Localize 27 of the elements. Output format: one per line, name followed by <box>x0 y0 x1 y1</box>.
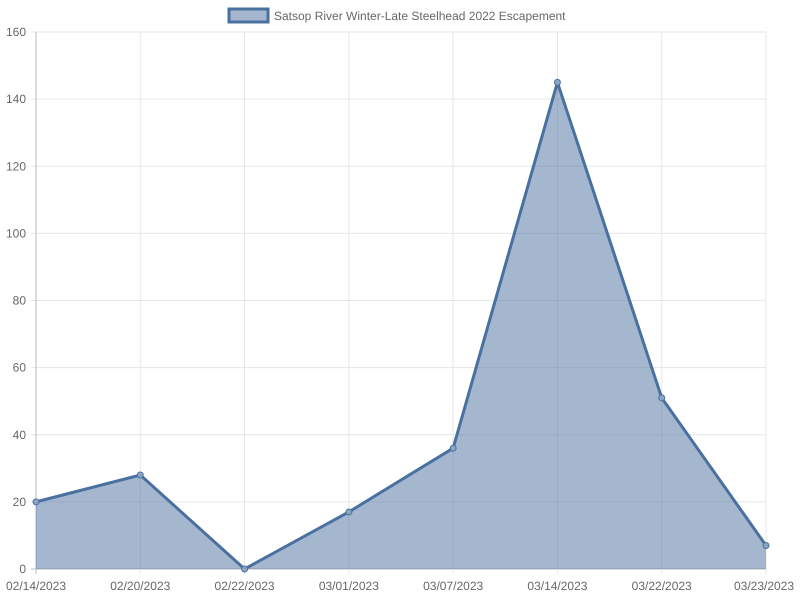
y-tick-label: 80 <box>12 294 26 308</box>
x-tick-label: 03/14/2023 <box>527 579 588 593</box>
data-point <box>762 542 770 549</box>
legend-label[interactable]: Satsop River Winter-Late Steelhead 2022 Escapement <box>274 9 566 23</box>
y-tick-label: 40 <box>12 428 26 442</box>
data-point <box>345 508 352 516</box>
legend-swatch <box>228 8 270 24</box>
x-tick-label: 03/22/2023 <box>632 579 692 593</box>
x-tick-label: 03/23/2023 <box>734 579 794 593</box>
y-tick-label: 140 <box>6 92 26 106</box>
data-point <box>241 566 248 572</box>
data-point <box>32 498 40 506</box>
x-tick-label: 02/22/2023 <box>214 579 275 593</box>
x-tick-label: 03/07/2023 <box>423 579 484 593</box>
y-tick-label: 100 <box>6 226 26 240</box>
y-tick-label: 120 <box>6 159 26 174</box>
x-tick-label: 03/01/2023 <box>318 579 379 593</box>
y-tick-label: 60 <box>12 360 26 375</box>
y-tick-label: 0 <box>19 562 26 576</box>
x-tick-label: 02/20/2023 <box>110 579 170 593</box>
y-tick-label: 160 <box>6 25 26 39</box>
data-point <box>554 78 561 86</box>
y-tick-label: 20 <box>12 494 26 509</box>
x-tick-label: 02/14/2023 <box>6 579 66 593</box>
data-point <box>136 472 144 479</box>
data-point <box>658 394 666 402</box>
data-point <box>450 444 457 452</box>
